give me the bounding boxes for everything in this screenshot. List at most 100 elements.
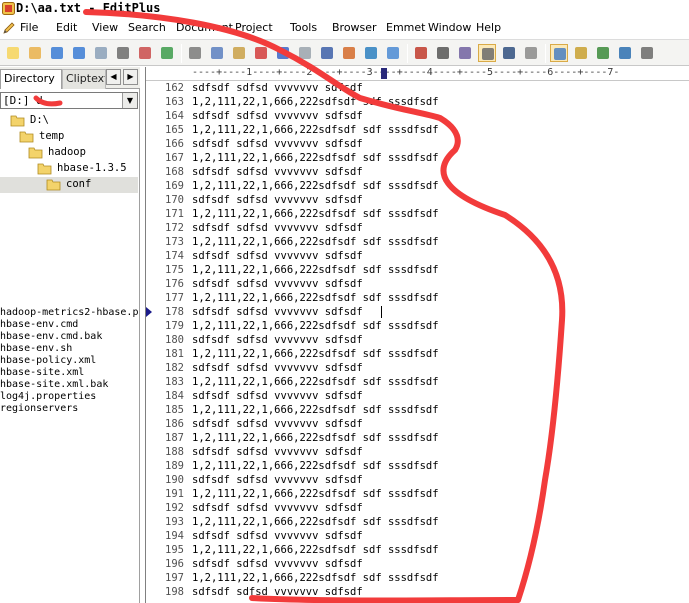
code-line[interactable]: 1,2,111,22,1,666,222sdfsdf sdf sssdfsdf xyxy=(192,543,439,557)
undo-icon[interactable] xyxy=(274,44,292,62)
goto-line-icon[interactable] xyxy=(384,44,402,62)
chevron-down-icon[interactable]: ▼ xyxy=(122,93,137,108)
line-number-icon[interactable] xyxy=(500,44,518,62)
code-line[interactable]: 1,2,111,22,1,666,222sdfsdf sdf sssdfsdf xyxy=(192,347,439,361)
print-preview-icon[interactable] xyxy=(92,44,110,62)
file-item[interactable]: hbase-env.cmd xyxy=(0,319,78,331)
menu-view[interactable]: View xyxy=(92,21,118,34)
redo-icon[interactable] xyxy=(296,44,314,62)
file-item[interactable]: hbase-site.xml.bak xyxy=(0,379,108,391)
tree-item-conf[interactable]: conf xyxy=(0,177,138,193)
menu-search[interactable]: Search xyxy=(128,21,166,34)
code-line[interactable]: sdfsdf sdfsd vvvvvvv sdfsdf xyxy=(192,137,363,151)
code-line[interactable]: 1,2,111,22,1,666,222sdfsdf sdf sssdfsdf xyxy=(192,95,439,109)
menu-help[interactable]: Help xyxy=(476,21,501,34)
delete-icon[interactable] xyxy=(252,44,270,62)
code-line[interactable]: sdfsdf sdfsd vvvvvvv sdfsdf xyxy=(192,445,363,459)
menu-emmet[interactable]: Emmet xyxy=(386,21,425,34)
code-line[interactable]: 1,2,111,22,1,666,222sdfsdf sdf sssdfsdf xyxy=(192,179,439,193)
code-line[interactable]: sdfsdf sdfsd vvvvvvv sdfsdf xyxy=(192,389,363,403)
file-item[interactable]: hadoop-metrics2-hbase.pr xyxy=(0,307,140,319)
spell-check-icon[interactable] xyxy=(136,44,154,62)
tree-item-hadoop[interactable]: hadoop xyxy=(0,145,138,161)
code-line[interactable]: sdfsdf sdfsd vvvvvvv sdfsdf xyxy=(192,501,363,515)
tree-item-d[interactable]: D:\ xyxy=(0,113,138,129)
file-item[interactable]: hbase-policy.xml xyxy=(0,355,96,367)
tab-cliptext[interactable]: Cliptext xyxy=(62,69,106,89)
code-line[interactable]: sdfsdf sdfsd vvvvvvv sdfsdf xyxy=(192,529,363,543)
tree-item-hbase135[interactable]: hbase-1.3.5 xyxy=(0,161,138,177)
code-line[interactable]: sdfsdf sdfsd vvvvvvv sdfsdf xyxy=(192,109,363,123)
find-in-files-icon[interactable] xyxy=(362,44,380,62)
code-line[interactable]: 1,2,111,22,1,666,222sdfsdf sdf sssdfsdf xyxy=(192,207,439,221)
window-list-icon[interactable] xyxy=(550,44,568,62)
code-line[interactable]: 1,2,111,22,1,666,222sdfsdf sdf sssdfsdf xyxy=(192,459,439,473)
code-line[interactable]: sdfsdf sdfsd vvvvvvv sdfsdf xyxy=(192,557,363,571)
menu-document[interactable]: Document xyxy=(176,21,233,34)
preferences-icon[interactable] xyxy=(522,44,540,62)
code-line[interactable]: 1,2,111,22,1,666,222sdfsdf sdf sssdfsdf xyxy=(192,487,439,501)
code-line[interactable]: 1,2,111,22,1,666,222sdfsdf sdf sssdfsdf xyxy=(192,291,439,305)
code-line[interactable]: sdfsdf sdfsd vvvvvvv sdfsdf xyxy=(192,333,363,347)
code-line[interactable]: 1,2,111,22,1,666,222sdfsdf sdf sssdfsdf xyxy=(192,263,439,277)
menu-browser[interactable]: Browser xyxy=(332,21,377,34)
open-file-icon[interactable] xyxy=(26,44,44,62)
code-line[interactable]: sdfsdf sdfsd vvvvvvv sdfsdf xyxy=(192,473,363,487)
output-window-icon[interactable] xyxy=(594,44,612,62)
fullscreen-icon[interactable] xyxy=(616,44,634,62)
code-line[interactable]: sdfsdf sdfsd vvvvvvv sdfsdf xyxy=(192,417,363,431)
menu-window[interactable]: Window xyxy=(428,21,471,34)
file-item[interactable]: hbase-env.sh xyxy=(0,343,72,355)
settings-icon[interactable] xyxy=(638,44,656,62)
code-line[interactable]: 1,2,111,22,1,666,222sdfsdf sdf sssdfsdf xyxy=(192,431,439,445)
file-item[interactable]: hbase-site.xml xyxy=(0,367,84,379)
code-line[interactable]: sdfsdf sdfsd vvvvvvv sdfsdf xyxy=(192,361,363,375)
code-line[interactable]: sdfsdf sdfsd vvvvvvv sdfsdf xyxy=(192,193,363,207)
code-line[interactable]: 1,2,111,22,1,666,222sdfsdf sdf sssdfsdf xyxy=(192,151,439,165)
paste-icon[interactable] xyxy=(230,44,248,62)
font-icon[interactable] xyxy=(412,44,430,62)
code-line[interactable]: sdfsdf sdfsd vvvvvvv sdfsdf xyxy=(192,585,363,599)
code-line[interactable]: sdfsdf sdfsd vvvvvvv sdfsdf xyxy=(192,165,363,179)
code-line[interactable]: 1,2,111,22,1,666,222sdfsdf sdf sssdfsdf xyxy=(192,375,439,389)
ruler-icon[interactable] xyxy=(478,44,496,62)
menu-edit[interactable]: Edit xyxy=(56,21,77,34)
text-editor[interactable]: ----+----1----+----2----+----3----+----4… xyxy=(145,67,689,603)
word-wrap-icon[interactable] xyxy=(456,44,474,62)
code-line[interactable]: sdfsdf sdfsd vvvvvvv sdfsdf xyxy=(192,305,363,319)
window-title: D:\aa.txt - EditPlus xyxy=(16,1,161,15)
code-line[interactable]: 1,2,111,22,1,666,222sdfsdf sdf sssdfsdf xyxy=(192,515,439,529)
code-line[interactable]: sdfsdf sdfsd vvvvvvv sdfsdf xyxy=(192,249,363,263)
copy-icon[interactable] xyxy=(208,44,226,62)
cut-icon[interactable] xyxy=(186,44,204,62)
find-icon[interactable] xyxy=(318,44,336,62)
code-line[interactable]: 1,2,111,22,1,666,222sdfsdf sdf sssdfsdf xyxy=(192,571,439,585)
code-line[interactable]: 1,2,111,22,1,666,222sdfsdf sdf sssdfsdf xyxy=(192,403,439,417)
file-item[interactable]: regionservers xyxy=(0,403,78,415)
save-icon[interactable] xyxy=(48,44,66,62)
hex-icon[interactable] xyxy=(434,44,452,62)
code-area[interactable]: sdfsdf sdfsd vvvvvvv sdfsdf 1,2,111,22,1,… xyxy=(192,81,689,603)
save-all-icon[interactable] xyxy=(70,44,88,62)
tab-scroll-left-icon[interactable]: ◀ xyxy=(106,69,121,85)
file-item[interactable]: hbase-env.cmd.bak xyxy=(0,331,102,343)
tree-item-temp[interactable]: temp xyxy=(0,129,138,145)
browser-icon[interactable] xyxy=(158,44,176,62)
code-line[interactable]: 1,2,111,22,1,666,222sdfsdf sdf sssdfsdf xyxy=(192,319,439,333)
code-line[interactable]: 1,2,111,22,1,666,222sdfsdf sdf sssdfsdf xyxy=(192,123,439,137)
tab-scroll-right-icon[interactable]: ▶ xyxy=(123,69,138,85)
code-line[interactable]: sdfsdf sdfsd vvvvvvv sdfsdf xyxy=(192,221,363,235)
tab-directory[interactable]: Directory xyxy=(0,69,62,89)
print-icon[interactable] xyxy=(114,44,132,62)
replace-icon[interactable] xyxy=(340,44,358,62)
menu-file[interactable]: File xyxy=(20,21,38,34)
drive-select[interactable]: [D:] d ▼ xyxy=(0,92,138,109)
code-line[interactable]: 1,2,111,22,1,666,222sdfsdf sdf sssdfsdf xyxy=(192,235,439,249)
new-file-icon[interactable] xyxy=(4,44,22,62)
cliptext-icon[interactable] xyxy=(572,44,590,62)
code-line[interactable]: sdfsdf sdfsd vvvvvvv sdfsdf xyxy=(192,277,363,291)
menu-tools[interactable]: Tools xyxy=(290,21,317,34)
code-line[interactable]: sdfsdf sdfsd vvvvvvv sdfsdf xyxy=(192,81,363,95)
menu-project[interactable]: Project xyxy=(235,21,273,34)
file-item[interactable]: log4j.properties xyxy=(0,391,96,403)
